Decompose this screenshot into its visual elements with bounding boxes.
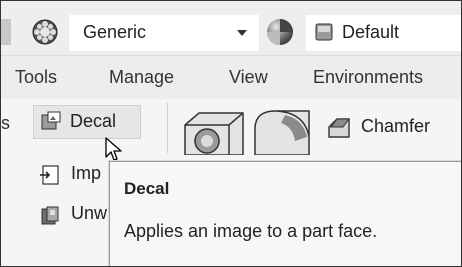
decal-button[interactable]: Decal <box>33 105 141 139</box>
ribbon-tab-bar: Tools Manage View Environments <box>1 55 461 101</box>
decal-button-label: Decal <box>70 111 117 131</box>
tab-view[interactable]: View <box>229 67 268 88</box>
decal-icon <box>41 111 61 130</box>
import-button[interactable]: Imp <box>39 161 111 191</box>
import-button-label: Imp <box>71 163 102 183</box>
import-icon <box>40 165 59 185</box>
material-value: Generic <box>83 22 147 42</box>
tab-tools[interactable]: Tools <box>15 67 57 88</box>
tooltip-description: Applies an image to a part face. <box>124 221 378 241</box>
fillet-icon[interactable] <box>251 107 317 155</box>
shell-icon[interactable] <box>181 109 247 155</box>
material-ball-icon[interactable] <box>31 18 59 46</box>
unwrap-icon <box>41 206 59 225</box>
tab-environments[interactable]: Environments <box>313 67 423 88</box>
chamfer-button-label: Chamfer <box>361 116 431 136</box>
decal-tooltip: Decal Applies an image to a part face. <box>109 161 461 266</box>
unwrap-button[interactable]: Unw <box>39 201 111 231</box>
quick-access-row: Generic Default <box>1 1 461 55</box>
mouse-pointer-icon <box>105 137 122 161</box>
material-dropdown[interactable]: Generic <box>69 15 259 51</box>
tab-manage[interactable]: Manage <box>109 67 174 88</box>
chevron-down-icon <box>237 30 247 36</box>
app-frame: Generic Default Tools Manage View Enviro… <box>0 0 462 267</box>
appearance-swatch-icon <box>315 23 333 41</box>
toolbar-stub <box>1 19 11 45</box>
chamfer-icon <box>328 118 350 138</box>
appearance-dropdown[interactable]: Default <box>306 15 461 51</box>
appearance-ball-icon[interactable] <box>265 17 295 47</box>
ribbon-separator <box>167 103 168 153</box>
appearance-value: Default <box>342 22 400 42</box>
truncated-button-label: s <box>1 113 10 133</box>
unwrap-button-label: Unw <box>71 203 108 223</box>
tooltip-title: Decal <box>124 179 170 198</box>
